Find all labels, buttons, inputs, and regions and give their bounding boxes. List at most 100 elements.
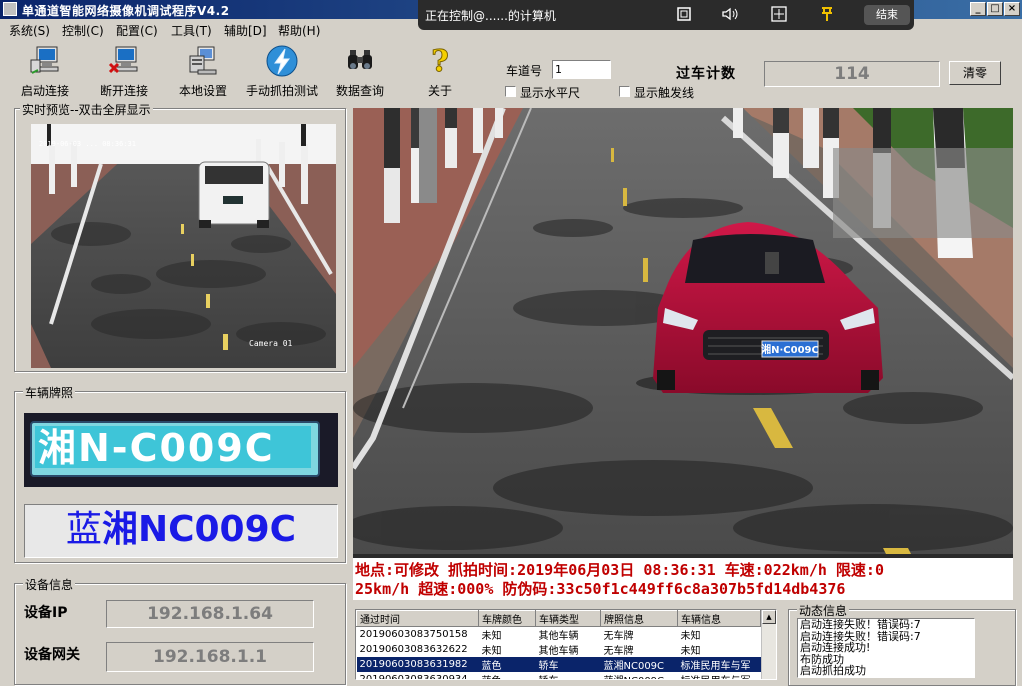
manual-capture-label: 手动抓拍测试 — [245, 84, 318, 98]
show-trigger-label: 显示触发线 — [634, 86, 695, 100]
show-ruler-checkbox[interactable] — [505, 86, 516, 97]
log-line: 启动连接成功! — [800, 641, 871, 654]
binoculars-icon — [343, 44, 377, 78]
menu-control[interactable]: 控制(C) — [62, 22, 104, 39]
capture-info-panel: 地点:可修改 抓拍时间:2019年06月03日 08:36:31 车速:022k… — [353, 558, 1013, 600]
remote-title: 正在控制@......的计算机 — [425, 9, 556, 23]
menu-config[interactable]: 配置(C) — [116, 22, 158, 39]
col-plate-color[interactable]: 车牌颜色 — [478, 610, 536, 627]
table-row[interactable]: 20190603083631982 蓝色 轿车 蓝湘NC009C 标准民用车与军 — [356, 657, 761, 672]
device-gateway-label: 设备网关 — [24, 647, 80, 663]
recognized-plate-field: 蓝湘NC009C — [24, 504, 338, 558]
lane-number-input[interactable] — [552, 60, 611, 79]
data-query-label: 数据查询 — [335, 84, 384, 98]
device-info-title: 设备信息 — [23, 576, 76, 593]
table-cell: 标准民用车与军 — [677, 657, 761, 672]
menu-help[interactable]: 帮助(H) — [278, 22, 320, 39]
recognized-plate-number: 湘NC009C — [101, 509, 297, 550]
menu-assist[interactable]: 辅助[D] — [224, 22, 267, 39]
capture-image[interactable]: 湘N·C009C — [353, 108, 1013, 558]
computer-disconnect-icon — [107, 44, 141, 78]
log-list[interactable]: 启动连接失败！错误码:7 启动连接失败！错误码:7 启动连接成功! 布防成功 启… — [797, 618, 975, 678]
manual-capture-button[interactable]: 手动抓拍测试 — [244, 44, 320, 100]
svg-text:?: ? — [431, 44, 449, 78]
capture-info-line1: 地点:可修改 抓拍时间:2019年06月03日 08:36:31 车速:022k… — [355, 561, 884, 579]
settings-monitor-icon — [186, 44, 220, 78]
maximize-button[interactable]: □ — [987, 2, 1003, 16]
table-cell: 20190603083630934 — [359, 674, 468, 680]
lightning-icon — [265, 44, 299, 78]
table-cell: 其他车辆 — [538, 646, 579, 657]
log-group-title: 动态信息 — [797, 602, 850, 619]
table-cell: 轿车 — [535, 657, 601, 672]
vehicle-count-label: 过车计数 — [676, 66, 736, 82]
live-preview-video[interactable]: 2019-06-03 ... 08:36:31 Camera 01 — [31, 124, 336, 368]
scroll-up-icon[interactable]: ▲ — [762, 610, 776, 624]
device-gateway-value: 192.168.1.1 — [106, 642, 314, 672]
disconnect-label: 断开连接 — [99, 84, 148, 98]
show-trigger-checkbox[interactable] — [619, 86, 630, 97]
table-cell: 蓝色 — [478, 657, 536, 672]
menu-tools[interactable]: 工具(T) — [171, 22, 212, 39]
table-cell: 20190603083631982 — [356, 657, 479, 672]
minimize-button[interactable]: _ — [970, 2, 986, 16]
table-cell: 未知 — [680, 646, 701, 657]
fit-screen-icon[interactable] — [674, 5, 694, 25]
col-vehicle-info[interactable]: 车辆信息 — [677, 610, 761, 627]
capture-info-line2: 25km/h 超速:000% 防伪码:33c50f1c449ff6c8a307b… — [355, 580, 846, 598]
vehicle-count-value: 114 — [764, 61, 940, 87]
table-cell: 未知 — [680, 631, 701, 642]
table-cell: 蓝色 — [479, 672, 536, 679]
capture-car-plate: 湘N·C009C — [761, 343, 819, 356]
table-cell: 未知 — [481, 631, 502, 642]
volume-icon[interactable] — [720, 5, 740, 25]
plate-snapshot-text: 湘N-C009C — [38, 426, 275, 470]
close-button[interactable]: × — [1004, 2, 1020, 16]
clear-count-button[interactable]: 清零 — [949, 61, 1001, 85]
connect-button[interactable]: 启动连接 — [17, 44, 73, 100]
table-cell: 蓝湘NC009C — [600, 657, 678, 672]
table-cell: 轿车 — [536, 672, 601, 679]
col-plate-info[interactable]: 牌照信息 — [600, 610, 678, 627]
log-line: 启动连接失败！错误码:7 — [800, 618, 921, 631]
help-question-icon: ? — [423, 44, 457, 80]
data-query-button[interactable]: 数据查询 — [332, 44, 388, 100]
capture-records-table[interactable]: 通过时间 车牌颜色 车辆类型 牌照信息 车辆信息 201906030837501… — [355, 609, 777, 680]
app-icon — [3, 2, 17, 16]
end-control-button[interactable]: 结束 — [864, 5, 910, 25]
log-line: 启动抓拍成功 — [800, 664, 866, 677]
lane-label: 车道号 — [506, 64, 543, 78]
device-ip-value: 192.168.1.64 — [106, 600, 314, 628]
window-title: 单通道智能网络摄像机调试程序V4.2 — [22, 4, 230, 18]
table-row[interactable]: 20190603083750158 未知 其他车辆 无车牌 未知 — [357, 627, 761, 642]
local-settings-label: 本地设置 — [178, 84, 227, 98]
menu-system[interactable]: 系统(S) — [9, 22, 50, 39]
remote-control-bar: 正在控制@......的计算机 结束 — [418, 0, 914, 30]
table-row[interactable]: 20190603083630934 蓝色轿车蓝湘NC009C标准民用车与军 — [357, 672, 761, 680]
device-ip-label: 设备IP — [24, 605, 68, 621]
table-cell: 蓝湘NC009C — [601, 672, 678, 679]
table-cell: 20190603083632622 — [359, 644, 468, 655]
connect-label: 启动连接 — [20, 84, 69, 98]
pin-icon[interactable] — [817, 5, 837, 25]
table-cell: 未知 — [481, 646, 502, 657]
live-preview-title: 实时预览--双击全屏显示 — [20, 101, 153, 118]
preview-osd-top: 2019-06-03 ... 08:36:31 — [39, 140, 136, 148]
about-label: 关于 — [427, 84, 452, 98]
records-scrollbar[interactable]: ▲ — [761, 610, 776, 679]
preview-osd-camera: Camera 01 — [249, 339, 293, 348]
plate-group-title: 车辆牌照 — [23, 384, 76, 401]
show-ruler-label: 显示水平尺 — [520, 86, 581, 100]
table-cell: 无车牌 — [603, 631, 634, 642]
local-settings-button[interactable]: 本地设置 — [175, 44, 231, 100]
disconnect-button[interactable]: 断开连接 — [96, 44, 152, 100]
table-row[interactable]: 20190603083632622 未知 其他车辆 无车牌 未知 — [357, 642, 761, 657]
about-button[interactable]: ? 关于 — [412, 44, 468, 100]
table-cell: 20190603083750158 — [359, 629, 468, 640]
col-vehicle-type[interactable]: 车辆类型 — [535, 610, 601, 627]
plate-snapshot: 湘N-C009C — [24, 413, 338, 487]
table-cell: 标准民用车与军 — [678, 672, 761, 679]
col-pass-time[interactable]: 通过时间 — [356, 610, 479, 627]
move-icon[interactable] — [769, 5, 789, 25]
table-cell: 其他车辆 — [538, 631, 579, 642]
